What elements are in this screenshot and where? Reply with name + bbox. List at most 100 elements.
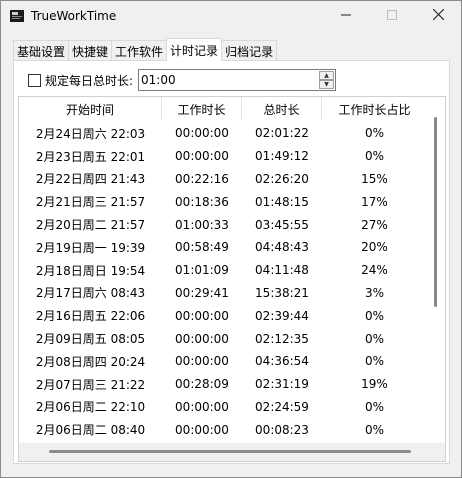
table-row[interactable]: 2月19日周一 19:39 00:58:49 04:48:43 20% <box>19 236 429 259</box>
records-table[interactable]: 开始时间 工作时长 总时长 工作时长占比 2月24日周六 22:03 00:00:… <box>18 96 446 462</box>
work-ratio-cell: 0% <box>364 308 385 323</box>
work-duration-cell: 00:29:41 <box>175 285 229 300</box>
table-row[interactable]: 2月08日周四 20:24 00:00:00 04:36:54 0% <box>19 350 429 373</box>
total-duration-cell: 02:39:44 <box>255 308 309 323</box>
table-row[interactable]: 2月20日周二 21:57 01:00:33 03:45:55 27% <box>19 213 429 236</box>
window-title: TrueWorkTime <box>31 9 117 23</box>
work-ratio-cell: 19% <box>361 377 388 392</box>
total-duration-cell: 04:11:48 <box>255 263 309 278</box>
table-row[interactable]: 2月16日周五 22:06 00:00:00 02:39:44 0% <box>19 304 429 327</box>
tab-label: 快捷键 <box>72 44 109 59</box>
title-bar: TrueWorkTime <box>1 1 461 31</box>
spin-up-button[interactable]: ▲ <box>319 71 334 80</box>
total-duration-cell: 02:24:59 <box>255 399 309 414</box>
app-icon <box>9 8 25 24</box>
total-duration-cell: 03:45:55 <box>255 217 309 232</box>
table-row[interactable]: 2月17日周六 08:43 00:29:41 15:38:21 3% <box>19 282 429 305</box>
tab-bar: 基础设置 快捷键 工作软件 计时记录 归档记录 <box>13 38 278 61</box>
work-ratio-cell: 0% <box>364 331 385 346</box>
work-ratio-cell: 0% <box>364 126 385 141</box>
work-duration-cell: 00:00:00 <box>175 399 229 414</box>
work-duration-cell: 00:00:00 <box>175 308 229 323</box>
table-row[interactable]: 2月06日周二 08:40 00:00:00 00:08:23 0% <box>19 418 429 441</box>
total-duration-cell: 04:36:54 <box>255 354 309 369</box>
total-duration-cell: 01:49:12 <box>255 149 309 164</box>
work-ratio-cell: 27% <box>361 217 388 232</box>
total-duration-cell: 02:26:20 <box>255 171 309 186</box>
start-time-cell: 2月08日周四 20:24 <box>35 354 146 369</box>
table-row[interactable]: 2月07日周三 21:22 00:28:09 02:31:19 19% <box>19 373 429 396</box>
tab-panel: 规定每日总时长: 01:00 ▲ ▼ 开始时间 工作时长 总时长 工作时长占比 … <box>13 60 450 464</box>
column-header-start-time[interactable]: 开始时间 <box>19 97 162 121</box>
maximize-button[interactable] <box>369 1 415 31</box>
start-time-cell: 2月19日周一 19:39 <box>35 240 146 255</box>
app-window: TrueWorkTime 基础设置 快捷键 工作软件 计时记录 归档记录 规定每… <box>0 0 462 478</box>
tab-basic-settings[interactable]: 基础设置 <box>13 40 70 61</box>
horizontal-scroll-thumb[interactable] <box>49 450 411 453</box>
tab-work-software[interactable]: 工作软件 <box>111 40 168 61</box>
daily-limit-checkbox-row[interactable]: 规定每日总时长: <box>28 72 133 89</box>
minimize-icon <box>341 9 351 23</box>
minimize-button[interactable] <box>323 1 369 31</box>
work-duration-cell: 01:01:09 <box>175 263 229 278</box>
column-header-total-duration[interactable]: 总时长 <box>242 97 322 121</box>
start-time-cell: 2月20日周二 21:57 <box>35 218 146 233</box>
table-row[interactable]: 2月23日周五 22:01 00:00:00 01:49:12 0% <box>19 145 429 168</box>
total-duration-cell: 02:31:19 <box>255 377 309 392</box>
start-time-cell: 2月06日周二 08:40 <box>35 423 146 438</box>
tab-label: 计时记录 <box>170 43 219 58</box>
horizontal-scrollbar[interactable] <box>19 443 445 461</box>
vertical-scrollbar[interactable] <box>428 97 445 444</box>
table-row[interactable]: 2月18日周日 19:54 01:01:09 04:11:48 24% <box>19 259 429 282</box>
total-duration-cell: 02:12:35 <box>255 331 309 346</box>
chevron-up-icon: ▲ <box>324 72 329 79</box>
total-duration-cell: 01:48:15 <box>255 194 309 209</box>
total-duration-cell: 04:48:43 <box>255 240 309 255</box>
tab-hotkeys[interactable]: 快捷键 <box>68 40 113 61</box>
spin-down-button[interactable]: ▼ <box>319 80 334 89</box>
work-ratio-cell: 17% <box>361 194 388 209</box>
table-row[interactable]: 2月06日周二 22:10 00:00:00 02:24:59 0% <box>19 396 429 419</box>
work-ratio-cell: 20% <box>361 240 388 255</box>
tab-timing-records[interactable]: 计时记录 <box>166 38 223 61</box>
work-duration-cell: 00:00:00 <box>175 354 229 369</box>
daily-limit-checkbox[interactable] <box>28 74 41 87</box>
daily-limit-value: 01:00 <box>141 73 176 87</box>
total-duration-cell: 00:08:23 <box>255 422 309 437</box>
work-duration-cell: 00:00:00 <box>175 331 229 346</box>
start-time-cell: 2月17日周六 08:43 <box>35 286 146 301</box>
table-header: 开始时间 工作时长 总时长 工作时长占比 <box>19 97 429 121</box>
table-row[interactable]: 2月21日周三 21:57 00:18:36 01:48:15 17% <box>19 190 429 213</box>
vertical-scroll-thumb[interactable] <box>434 117 437 307</box>
start-time-cell: 2月06日周二 22:10 <box>35 400 146 415</box>
start-time-cell: 2月23日周五 22:01 <box>35 149 146 164</box>
start-time-cell: 2月18日周日 19:54 <box>35 263 146 278</box>
work-duration-cell: 00:00:00 <box>175 126 229 141</box>
work-ratio-cell: 3% <box>364 285 385 300</box>
column-header-work-duration[interactable]: 工作时长 <box>162 97 242 121</box>
daily-limit-label: 规定每日总时长: <box>45 74 134 88</box>
column-header-work-ratio[interactable]: 工作时长占比 <box>322 97 427 121</box>
work-ratio-cell: 15% <box>361 171 388 186</box>
maximize-icon <box>387 9 397 23</box>
work-duration-cell: 00:00:00 <box>175 149 229 164</box>
work-ratio-cell: 0% <box>364 422 385 437</box>
close-icon <box>432 8 444 23</box>
work-duration-cell: 00:28:09 <box>175 377 229 392</box>
total-duration-cell: 02:01:22 <box>255 126 309 141</box>
tab-label: 基础设置 <box>17 44 66 59</box>
time-spinner[interactable]: ▲ ▼ <box>319 71 334 89</box>
table-body: 2月24日周六 22:03 00:00:00 02:01:22 0% 2月23日周五 2… <box>19 122 429 461</box>
tab-archive-records[interactable]: 归档记录 <box>221 40 278 61</box>
daily-limit-time-input[interactable]: 01:00 ▲ ▼ <box>138 69 336 91</box>
start-time-cell: 2月09日周五 08:05 <box>35 332 146 347</box>
table-row[interactable]: 2月22日周四 21:43 00:22:16 02:26:20 15% <box>19 168 429 191</box>
start-time-cell: 2月21日周三 21:57 <box>35 195 146 210</box>
work-duration-cell: 00:18:36 <box>175 194 229 209</box>
tab-label: 工作软件 <box>115 44 164 59</box>
table-row[interactable]: 2月24日周六 22:03 00:00:00 02:01:22 0% <box>19 122 429 145</box>
table-row[interactable]: 2月09日周五 08:05 00:00:00 02:12:35 0% <box>19 327 429 350</box>
close-button[interactable] <box>415 1 461 31</box>
work-ratio-cell: 0% <box>364 354 385 369</box>
work-ratio-cell: 24% <box>361 263 388 278</box>
